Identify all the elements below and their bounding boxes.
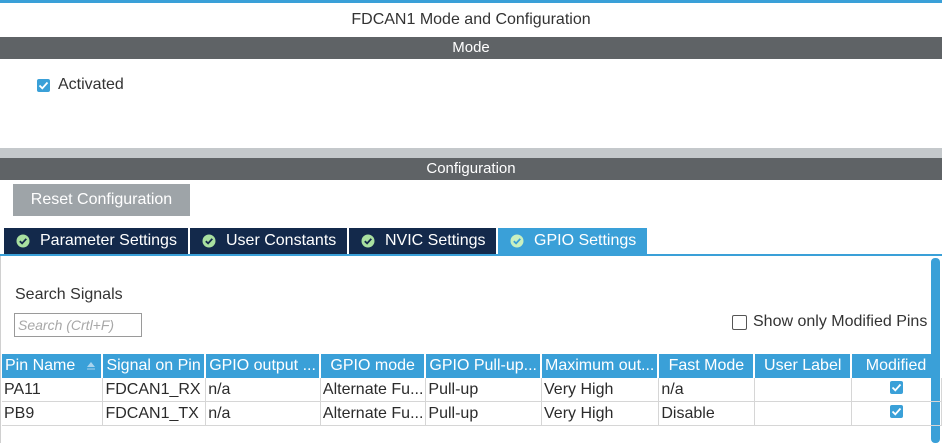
column-header-gpio-output[interactable]: GPIO output ... <box>206 354 321 378</box>
column-header-user-label[interactable]: User Label <box>755 354 853 378</box>
modified-checkbox-icon <box>890 380 904 394</box>
show-modified-pins-checkbox[interactable] <box>732 315 747 330</box>
column-header-modified[interactable]: Modified <box>852 354 942 378</box>
check-circle-icon <box>361 234 375 248</box>
configuration-section-header: Configuration <box>0 148 942 180</box>
page-title: FDCAN1 Mode and Configuration <box>351 11 591 28</box>
column-header-pin-name[interactable]: Pin Name <box>2 354 104 378</box>
cell-gpio-mode: Alternate Fu... <box>320 402 427 426</box>
cell-gpio-output: n/a <box>206 378 321 402</box>
table-header-row: Pin Name Signal on Pin GPIO output ... G… <box>2 354 942 378</box>
gpio-pins-table: Pin Name Signal on Pin GPIO output ... G… <box>2 354 942 426</box>
cell-pin-name: PA11 <box>2 378 104 402</box>
tab-gpio-settings[interactable]: GPIO Settings <box>498 228 647 254</box>
cell-gpio-output: n/a <box>206 402 321 426</box>
cell-gpio-mode: Alternate Fu... <box>320 378 427 402</box>
activated-label: Activated <box>58 76 124 93</box>
column-header-maximum-output[interactable]: Maximum out... <box>542 354 660 378</box>
check-circle-icon <box>16 234 30 248</box>
cell-gpio-pull: Pull-up <box>426 402 542 426</box>
cell-pin-name: PB9 <box>2 402 104 426</box>
column-header-gpio-pull[interactable]: GPIO Pull-up... <box>426 354 542 378</box>
cell-modified <box>852 402 942 426</box>
tab-label: NVIC Settings <box>385 232 486 249</box>
search-signals-input[interactable] <box>14 313 142 337</box>
tab-user-constants[interactable]: User Constants <box>190 228 347 254</box>
check-circle-icon <box>510 234 524 248</box>
check-circle-icon <box>202 234 216 248</box>
tab-nvic-settings[interactable]: NVIC Settings <box>349 228 496 254</box>
cell-max-output-speed: Very High <box>542 378 660 402</box>
tab-label: GPIO Settings <box>534 232 637 249</box>
check-icon <box>38 81 49 90</box>
cell-user-label[interactable] <box>755 378 853 402</box>
tab-label: User Constants <box>226 232 337 249</box>
column-header-label: Pin Name <box>5 357 76 374</box>
cell-modified <box>852 378 942 402</box>
show-modified-pins-label: Show only Modified Pins <box>753 313 928 330</box>
column-header-gpio-mode[interactable]: GPIO mode <box>320 354 427 378</box>
modified-checkbox-icon <box>890 404 904 418</box>
cell-fast-mode: n/a <box>659 378 756 402</box>
cell-signal: FDCAN1_TX <box>103 402 207 426</box>
sort-icon <box>86 361 95 370</box>
reset-configuration-button[interactable]: Reset Configuration <box>13 184 190 216</box>
cell-signal: FDCAN1_RX <box>103 378 207 402</box>
column-header-signal-on-pin[interactable]: Signal on Pin <box>103 354 207 378</box>
cell-max-output-speed: Very High <box>542 402 660 426</box>
search-signals-label: Search Signals <box>15 286 123 303</box>
activated-checkbox[interactable] <box>37 79 50 92</box>
configuration-tabs: Parameter Settings User Constants NVIC S… <box>4 228 649 254</box>
table-row[interactable]: PB9 FDCAN1_TX n/a Alternate Fu... Pull-u… <box>2 402 942 426</box>
cell-user-label[interactable] <box>755 402 853 426</box>
cell-fast-mode: Disable <box>659 402 756 426</box>
mode-section-header: Mode <box>0 37 942 59</box>
column-header-fast-mode[interactable]: Fast Mode <box>659 354 756 378</box>
cell-gpio-pull: Pull-up <box>426 378 542 402</box>
table-row[interactable]: PA11 FDCAN1_RX n/a Alternate Fu... Pull-… <box>2 378 942 402</box>
tab-parameter-settings[interactable]: Parameter Settings <box>4 228 188 254</box>
tab-label: Parameter Settings <box>40 232 177 249</box>
